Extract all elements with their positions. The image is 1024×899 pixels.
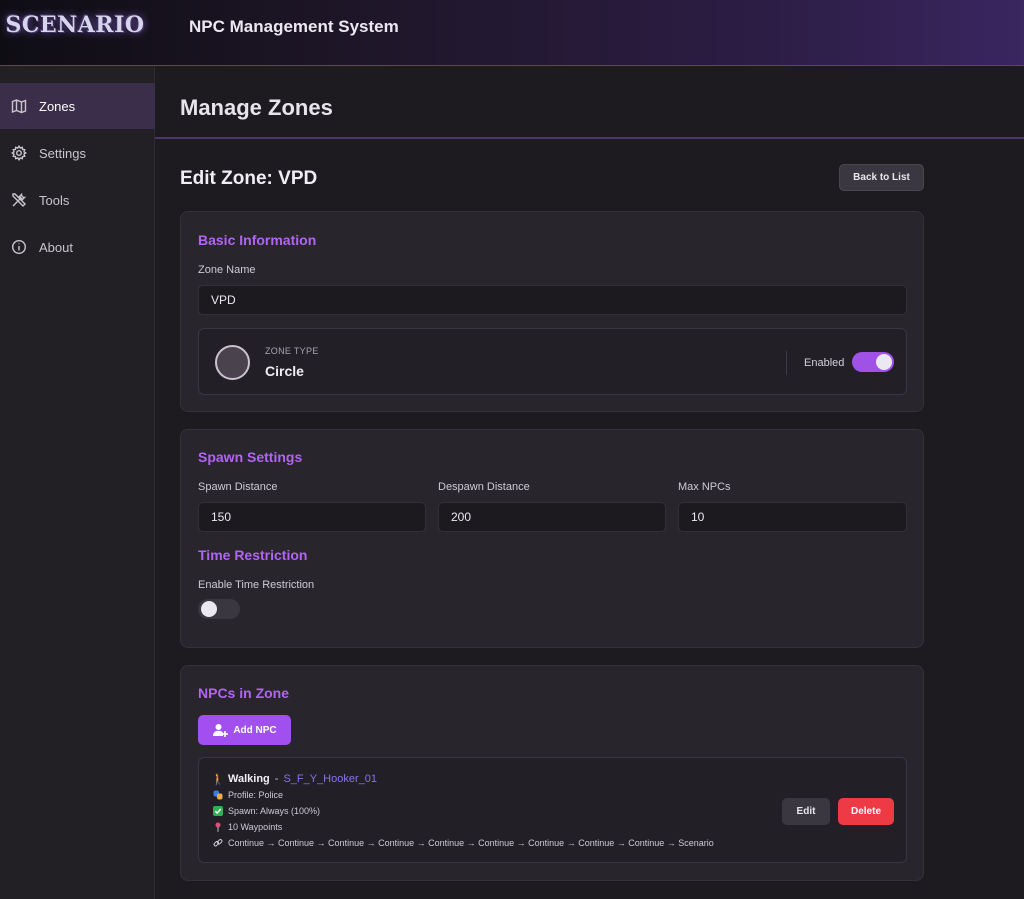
section-title-basic-information: Basic Information bbox=[198, 232, 317, 248]
edit-zone-title: Edit Zone: VPD bbox=[180, 168, 318, 189]
sidebar-item-label: About bbox=[39, 239, 73, 255]
npc-waypoints: 10 Waypoints bbox=[228, 822, 283, 832]
sidebar-item-settings[interactable]: Settings bbox=[0, 130, 155, 176]
npc-model-link[interactable]: S_F_Y_Hooker_01 bbox=[283, 773, 377, 785]
info-icon bbox=[11, 239, 27, 255]
despawn-distance-label: Despawn Distance bbox=[438, 481, 530, 493]
max-npcs-label: Max NPCs bbox=[678, 481, 731, 493]
max-npcs-input[interactable]: 10 bbox=[678, 502, 907, 532]
gear-icon bbox=[11, 145, 27, 161]
npc-chain-line: Continue → Continue → Continue → Continu… bbox=[213, 838, 714, 848]
add-user-icon bbox=[213, 724, 229, 737]
sidebar-item-label: Tools bbox=[39, 192, 70, 208]
zone-type-label: ZONE TYPE bbox=[265, 346, 319, 356]
section-title-npcs-in-zone: NPCs in Zone bbox=[198, 685, 290, 701]
spawn-settings-card: Spawn Settings Spawn Distance 150 Despaw… bbox=[180, 429, 924, 648]
enabled-label: Enabled bbox=[804, 357, 845, 369]
add-npc-button[interactable]: Add NPC bbox=[198, 715, 291, 745]
tools-icon bbox=[11, 192, 27, 208]
walking-person-icon: 🚶 bbox=[211, 773, 225, 786]
top-header: SCENARIO NPC Management System bbox=[0, 0, 1024, 66]
basic-information-card: Basic Information Zone Name VPD ZONE TYP… bbox=[180, 211, 924, 412]
pin-icon bbox=[213, 822, 223, 832]
sidebar-item-about[interactable]: About bbox=[0, 224, 155, 270]
sidebar-item-label: Zones bbox=[39, 98, 76, 114]
spawn-distance-label: Spawn Distance bbox=[198, 481, 278, 493]
time-restriction-toggle[interactable] bbox=[198, 599, 240, 619]
zone-type-panel: ZONE TYPE Circle Enabled bbox=[198, 328, 907, 395]
title-divider bbox=[155, 137, 1024, 139]
page-title: Manage Zones bbox=[180, 95, 333, 120]
scenario-logo[interactable]: SCENARIO bbox=[5, 6, 144, 44]
section-title-spawn-settings: Spawn Settings bbox=[198, 449, 303, 465]
enable-time-restriction-label: Enable Time Restriction bbox=[198, 579, 315, 591]
zone-type-divider bbox=[786, 351, 787, 375]
npc-spawn-line: Spawn: Always (100%) bbox=[213, 806, 320, 816]
map-icon bbox=[11, 98, 27, 114]
section-title-time-restriction: Time Restriction bbox=[198, 547, 308, 563]
npc-separator: - bbox=[274, 773, 279, 785]
toggle-knob bbox=[201, 601, 217, 617]
link-icon bbox=[213, 838, 223, 848]
check-mark-icon bbox=[213, 806, 223, 816]
sidebar-item-zones[interactable]: Zones bbox=[0, 83, 155, 129]
back-to-list-button[interactable]: Back to List bbox=[839, 164, 924, 191]
npc-waypoint-chain: Continue → Continue → Continue → Continu… bbox=[228, 838, 714, 848]
spawn-distance-input[interactable]: 150 bbox=[198, 502, 426, 532]
npc-profile-line: Profile: Police bbox=[213, 790, 283, 800]
app-title: NPC Management System bbox=[189, 17, 399, 36]
sidebar-item-label: Settings bbox=[39, 145, 86, 161]
circle-shape-icon bbox=[215, 345, 250, 380]
npc-type: Walking bbox=[228, 773, 270, 785]
sidebar-item-tools[interactable]: Tools bbox=[0, 177, 155, 223]
edit-npc-button[interactable]: Edit bbox=[782, 798, 830, 825]
npc-list-item: 🚶 Walking - S_F_Y_Hooker_01 Profile: Pol… bbox=[198, 757, 907, 863]
npc-profile: Profile: Police bbox=[228, 790, 284, 800]
zone-name-label: Zone Name bbox=[198, 264, 256, 276]
sidebar: Zones Settings Tools About bbox=[0, 66, 155, 899]
delete-npc-button[interactable]: Delete bbox=[838, 798, 894, 825]
despawn-distance-input[interactable]: 200 bbox=[438, 502, 666, 532]
npc-waypoints-line: 10 Waypoints bbox=[213, 822, 282, 832]
npc-header: 🚶 Walking - S_F_Y_Hooker_01 bbox=[211, 773, 377, 786]
theater-masks-icon bbox=[213, 790, 223, 800]
add-npc-label: Add NPC bbox=[233, 724, 277, 736]
enabled-toggle[interactable] bbox=[852, 352, 894, 372]
npc-spawn: Spawn: Always (100%) bbox=[228, 806, 321, 816]
zone-type-value: Circle bbox=[265, 363, 304, 379]
zone-name-input[interactable]: VPD bbox=[198, 285, 907, 315]
logo-text: SCENARIO bbox=[5, 12, 145, 38]
npcs-in-zone-card: NPCs in Zone Add NPC 🚶 Walking - S_F_Y_H… bbox=[180, 665, 924, 881]
toggle-knob bbox=[876, 354, 892, 370]
